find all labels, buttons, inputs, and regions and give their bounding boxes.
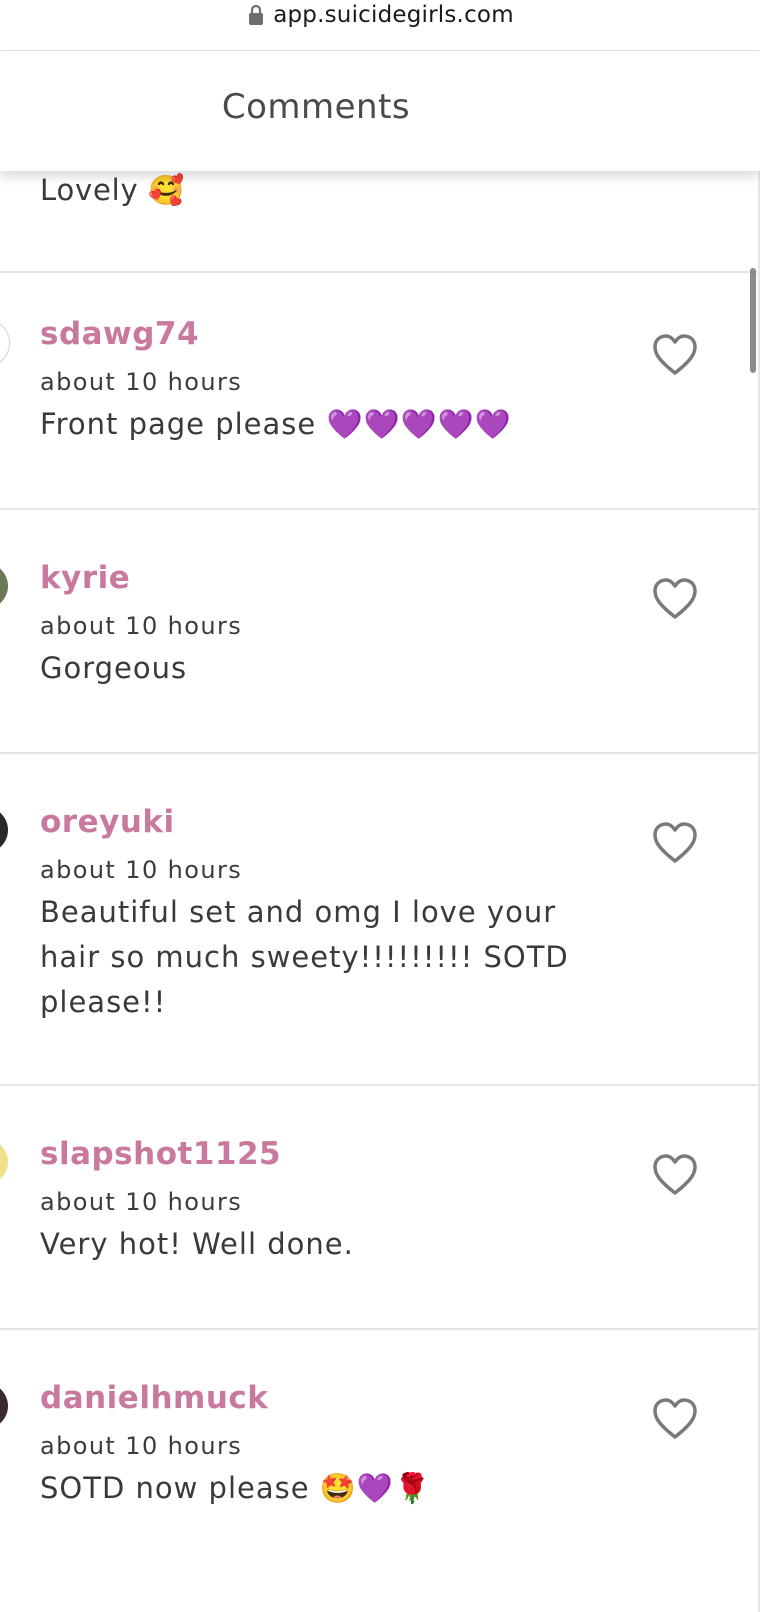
comment-username[interactable]: danielhmuck xyxy=(40,1380,268,1416)
like-button[interactable] xyxy=(651,1153,699,1197)
comment-item: danielhmuck about 10 hours SOTD now plea… xyxy=(0,1328,758,1612)
comment-item: kyrie about 10 hours Gorgeous xyxy=(0,508,758,754)
comment-username[interactable]: kyrie xyxy=(40,560,130,596)
page-title: Comments xyxy=(221,87,411,127)
comments-list[interactable]: Lovely 🥰 sdawg74 about 10 hours Front pa… xyxy=(0,171,760,1612)
comment-body: Very hot! Well done. xyxy=(40,1227,354,1261)
comment-body: Front page please 💜💜💜💜💜 xyxy=(40,407,513,441)
comment-item-partial: Lovely 🥰 xyxy=(0,171,758,273)
like-button[interactable] xyxy=(651,577,699,621)
like-button[interactable] xyxy=(651,1397,699,1441)
avatar[interactable] xyxy=(0,1383,8,1429)
comment-timestamp: about 10 hours xyxy=(40,368,243,396)
url-text: app.suicidegirls.com xyxy=(273,2,514,28)
heart-outline-icon xyxy=(653,578,697,619)
comment-item: oreyuki about 10 hours Beautiful set and… xyxy=(0,752,758,1086)
comment-body: Beautiful set and omg I love your hair s… xyxy=(40,895,569,1019)
lock-icon xyxy=(249,4,264,25)
browser-url-bar[interactable]: app.suicidegirls.com xyxy=(0,0,760,51)
comment-timestamp: about 10 hours xyxy=(40,856,243,884)
comment-body: Gorgeous xyxy=(40,651,188,685)
heart-outline-icon xyxy=(653,334,697,375)
avatar[interactable] xyxy=(0,563,8,609)
heart-outline-icon xyxy=(653,1398,697,1439)
comment-timestamp: about 10 hours xyxy=(40,1188,243,1216)
comment-item: sdawg74 about 10 hours Front page please… xyxy=(0,264,758,510)
avatar[interactable] xyxy=(0,807,8,853)
avatar[interactable] xyxy=(0,319,10,367)
comment-item: slapshot1125 about 10 hours Very hot! We… xyxy=(0,1084,758,1330)
comment-username[interactable]: slapshot1125 xyxy=(40,1136,281,1172)
comment-timestamp: about 10 hours xyxy=(40,1432,243,1460)
comment-body: Lovely 🥰 xyxy=(40,173,186,207)
like-button[interactable] xyxy=(651,821,699,865)
avatar[interactable] xyxy=(0,1139,8,1185)
heart-outline-icon xyxy=(653,1154,697,1195)
heart-outline-icon xyxy=(653,822,697,863)
scrollbar[interactable] xyxy=(750,268,756,373)
comment-username[interactable]: sdawg74 xyxy=(40,316,199,352)
comment-username[interactable]: oreyuki xyxy=(40,804,175,840)
comment-body: SOTD now please 🤩💜🌹 xyxy=(40,1471,432,1505)
comments-header: Comments xyxy=(0,51,760,171)
comment-timestamp: about 10 hours xyxy=(40,612,243,640)
like-button[interactable] xyxy=(651,333,699,377)
